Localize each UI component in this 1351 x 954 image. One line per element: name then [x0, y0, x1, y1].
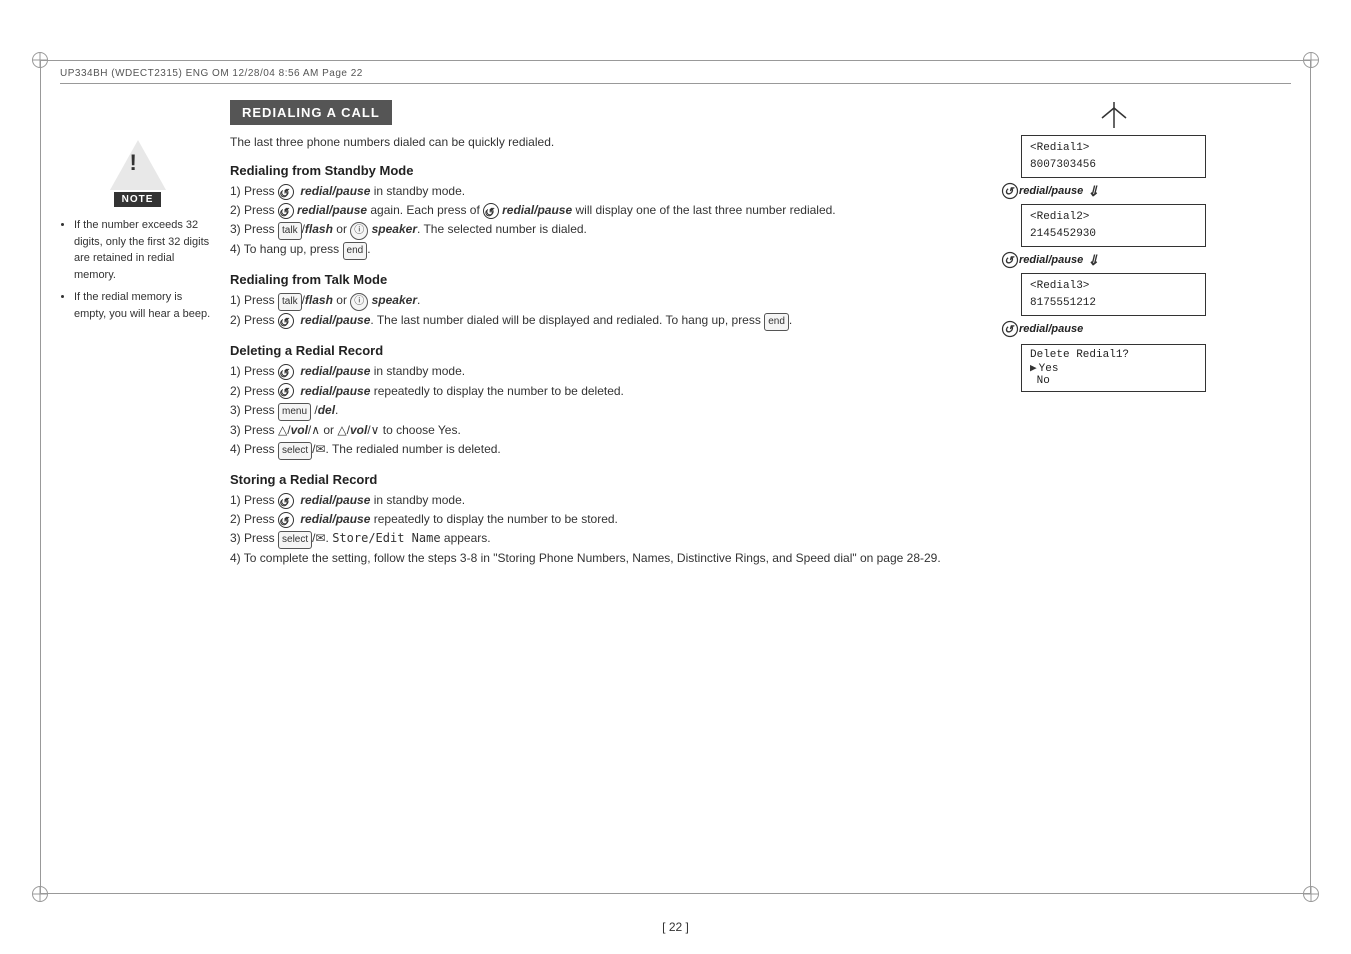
subsection-talk-title: Redialing from Talk Mode — [230, 272, 961, 287]
arrow-down-2: ⇓ — [1087, 252, 1099, 269]
delete-line1: Delete Redial1? — [1030, 349, 1197, 361]
page-number: [ 22 ] — [662, 920, 689, 934]
note-bullets: If the number exceeds 32 digits, only th… — [60, 217, 215, 322]
step-talk-2: 2) Press ↺ redial/pause. The last number… — [230, 311, 961, 331]
section-title: REDIALING A CALL — [230, 100, 392, 125]
redial-pause-icon-7: ↺ — [278, 493, 294, 509]
subsection-delete-steps: 1) Press ↺ redial/pause in standby mode.… — [230, 362, 961, 460]
step-standby-3: 3) Press talk/flash or ⓘ speaker. The se… — [230, 220, 961, 240]
redial-pause-icon-5: ↺ — [278, 364, 294, 380]
menu-button-inline: menu — [278, 403, 311, 421]
note-bullet-1: If the number exceeds 32 digits, only th… — [74, 217, 215, 283]
redial-svg-3: ↺ — [1001, 320, 1019, 338]
border-bottom — [40, 893, 1311, 894]
note-bullet-2: If the redial memory is empty, you will … — [74, 289, 215, 322]
subsection-delete-title: Deleting a Redial Record — [230, 343, 961, 358]
border-right — [1310, 60, 1311, 894]
screen2-line2: 2145452930 — [1030, 226, 1197, 243]
header-text: UP334BH (WDECT2315) ENG OM 12/28/04 8:56… — [60, 68, 363, 79]
diagram-area: <Redial1> 8007303456 ↺ redial/pause ⇓ <R… — [981, 100, 1291, 392]
step-standby-1: 1) Press ↺ redial/pause in standby mode. — [230, 182, 961, 201]
border-top — [40, 60, 1311, 61]
subsection-delete: Deleting a Redial Record 1) Press ↺ redi… — [230, 343, 961, 460]
delete-line3: No — [1030, 375, 1197, 387]
step-store-2: 2) Press ↺ redial/pause repeatedly to di… — [230, 510, 961, 529]
redial-label-3: redial/pause — [1019, 323, 1083, 335]
note-label: NOTE — [114, 192, 162, 207]
subsection-standby-steps: 1) Press ↺ redial/pause in standby mode.… — [230, 182, 961, 260]
intro-text: The last three phone numbers dialed can … — [230, 135, 961, 149]
redial-label-2: redial/pause — [1019, 254, 1083, 266]
step-store-4: 4) To complete the setting, follow the s… — [230, 549, 961, 568]
redial-label-1: redial/pause — [1019, 185, 1083, 197]
step-talk-1: 1) Press talk/flash or ⓘ speaker. — [230, 291, 961, 311]
select-button-inline-2: select — [278, 531, 312, 549]
redial-svg-2: ↺ — [1001, 251, 1019, 269]
screen1-line2: 8007303456 — [1030, 157, 1197, 174]
svg-text:↺: ↺ — [1004, 255, 1015, 267]
screen3-line1: <Redial3> — [1030, 278, 1197, 295]
redial-pause-icon-6: ↺ — [278, 383, 294, 399]
redial-pause-icon-4: ↺ — [278, 313, 294, 329]
note-text: If the number exceeds 32 digits, only th… — [60, 217, 215, 322]
step-standby-2: 2) Press ↺redial/pause again. Each press… — [230, 201, 961, 220]
arrow-right-icon: ▶ — [1030, 363, 1037, 375]
step-delete-4: 4) Press select/✉. The redialed number i… — [230, 440, 961, 460]
crosshair-bottom-right — [1303, 886, 1319, 902]
screen2-line1: <Redial2> — [1030, 209, 1197, 226]
select-button-inline-1: select — [278, 442, 312, 460]
subsection-standby: Redialing from Standby Mode 1) Press ↺ r… — [230, 163, 961, 260]
subsection-store-title: Storing a Redial Record — [230, 472, 961, 487]
subsection-store-steps: 1) Press ↺ redial/pause in standby mode.… — [230, 491, 961, 569]
talk-button-inline: talk — [278, 222, 302, 240]
main-content: ! NOTE If the number exceeds 32 digits, … — [60, 100, 1291, 874]
subsection-store: Storing a Redial Record 1) Press ↺ redia… — [230, 472, 961, 569]
talk-button-inline-2: talk — [278, 293, 302, 311]
phone-screen-3: <Redial3> 8175551212 — [1021, 273, 1206, 316]
antenna-icon — [1021, 100, 1206, 133]
step-delete-3b: 3) Press △/vol/∧ or △/vol/∨ to choose Ye… — [230, 421, 961, 440]
border-left — [40, 60, 41, 894]
content-area: REDIALING A CALL The last three phone nu… — [230, 100, 961, 581]
speaker-button-inline-1: ⓘ — [350, 222, 368, 240]
svg-text:↺: ↺ — [1004, 186, 1015, 198]
screen3-line2: 8175551212 — [1030, 295, 1197, 312]
header: UP334BH (WDECT2315) ENG OM 12/28/04 8:56… — [60, 68, 1291, 84]
svg-text:↺: ↺ — [1004, 324, 1015, 336]
crosshair-top-left — [32, 52, 48, 68]
step-store-3: 3) Press select/✉. Store/Edit Name appea… — [230, 529, 961, 549]
redial-pause-icon-3: ↺ — [483, 203, 499, 219]
step-delete-3a: 3) Press menu /del. — [230, 401, 961, 421]
redial-pause-icon-2: ↺ — [278, 203, 294, 219]
step-standby-4: 4) To hang up, press end. — [230, 240, 961, 260]
note-triangle: ! — [110, 140, 166, 190]
subsection-talk-steps: 1) Press talk/flash or ⓘ speaker. 2) Pre… — [230, 291, 961, 331]
redial-pause-icon-8: ↺ — [278, 512, 294, 528]
redial-row-3: ↺ redial/pause — [1001, 320, 1291, 338]
phone-screen-2: <Redial2> 2145452930 — [1021, 204, 1206, 247]
redial-row-2: ↺ redial/pause ⇓ — [1001, 251, 1291, 269]
exclamation-icon: ! — [130, 150, 137, 176]
note-area: ! NOTE If the number exceeds 32 digits, … — [60, 140, 215, 328]
note-icon: ! NOTE — [60, 140, 215, 207]
end-button-inline-2: end — [764, 313, 789, 331]
crosshair-top-right — [1303, 52, 1319, 68]
step-store-1: 1) Press ↺ redial/pause in standby mode. — [230, 491, 961, 510]
redial-svg-1: ↺ — [1001, 182, 1019, 200]
subsection-talk: Redialing from Talk Mode 1) Press talk/f… — [230, 272, 961, 331]
step-delete-2: 2) Press ↺ redial/pause repeatedly to di… — [230, 382, 961, 401]
subsection-standby-title: Redialing from Standby Mode — [230, 163, 961, 178]
screen1-line1: <Redial1> — [1030, 140, 1197, 157]
redial-pause-icon-1: ↺ — [278, 184, 294, 200]
delete-screen: Delete Redial1? ▶Yes No — [1021, 344, 1206, 392]
delete-line2: ▶Yes — [1030, 361, 1197, 375]
antenna-svg — [1094, 100, 1134, 130]
phone-screen-1: <Redial1> 8007303456 — [1021, 135, 1206, 178]
arrow-down-1: ⇓ — [1087, 183, 1099, 200]
redial-row-1: ↺ redial/pause ⇓ — [1001, 182, 1291, 200]
crosshair-bottom-left — [32, 886, 48, 902]
speaker-button-inline-2: ⓘ — [350, 293, 368, 311]
step-delete-1: 1) Press ↺ redial/pause in standby mode. — [230, 362, 961, 381]
end-button-inline-1: end — [343, 242, 368, 260]
